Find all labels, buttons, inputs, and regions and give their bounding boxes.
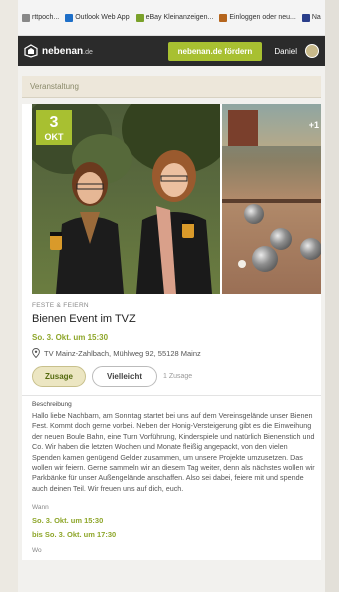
event-category: FESTE & FEIERN	[32, 302, 89, 309]
site-header: nebenan.de nebenan.de fördern Daniel	[18, 36, 325, 66]
bookmark-item[interactable]: rttpoch...	[22, 13, 60, 22]
site-logo[interactable]: nebenan.de	[42, 46, 93, 57]
outlook-icon	[65, 13, 74, 22]
bookmark-label: Na	[311, 14, 321, 21]
when-label: Wann	[32, 504, 49, 512]
event-title: Bienen Event im TVZ	[32, 313, 136, 325]
avatar[interactable]	[305, 44, 319, 58]
divider	[22, 395, 321, 396]
bookmarks-bar: rttpoch... Outlook Web App eBay Kleinanz…	[18, 0, 325, 36]
attend-button[interactable]: Zusage	[32, 366, 87, 387]
gift-icon	[219, 13, 228, 22]
date-badge: 3 OKT	[36, 110, 72, 145]
bookmark-label: rttpoch...	[32, 14, 60, 21]
location-text: TV Mainz-Zahlbach, Mühlweg 92, 55128 Mai…	[44, 348, 201, 358]
more-photos-count[interactable]: +1	[309, 120, 319, 130]
event-card: 3 OKT +1 FESTE & FEIERN Bienen Event im …	[22, 104, 321, 561]
browser-screen: rttpoch... Outlook Web App eBay Kleinanz…	[18, 0, 325, 592]
date-month: OKT	[44, 132, 64, 142]
bookmark-label: Outlook Web App	[75, 14, 130, 21]
nebenan-logo-icon[interactable]	[24, 44, 38, 58]
bookmark-item[interactable]: Outlook Web App	[65, 13, 130, 22]
event-location[interactable]: TV Mainz-Zahlbach, Mühlweg 92, 55128 Mai…	[32, 348, 321, 358]
where-label: Wo	[32, 547, 42, 555]
description-label: Beschreibung	[32, 401, 72, 408]
event-photo-side[interactable]	[222, 104, 321, 294]
bookmark-label: eBay Kleinanzeigen...	[145, 14, 214, 21]
date-day: 3	[49, 114, 59, 131]
location-pin-icon	[32, 348, 40, 358]
bookmark-item[interactable]: Einloggen oder neu...	[219, 13, 296, 22]
user-name[interactable]: Daniel	[274, 47, 297, 56]
event-datetime: So. 3. Okt. um 15:30	[32, 333, 109, 342]
when-end: bis So. 3. Okt. um 17:30	[32, 530, 117, 540]
bookmark-label: Einloggen oder neu...	[229, 14, 296, 21]
bookmark-icon	[22, 13, 30, 22]
ebay-icon	[135, 13, 144, 22]
monitor-bezel-right	[325, 0, 339, 592]
gmail-icon	[301, 13, 310, 22]
monitor-bezel-left	[0, 0, 18, 592]
bookmark-item[interactable]: Na	[301, 13, 321, 22]
event-media: 3 OKT +1	[32, 104, 321, 294]
promote-button[interactable]: nebenan.de fördern	[167, 41, 263, 61]
rsvp-actions: Zusage Vielleicht 1 Zusage	[32, 366, 321, 387]
section-header: Veranstaltung	[22, 76, 321, 98]
attend-count[interactable]: 1 Zusage	[163, 373, 192, 380]
maybe-button[interactable]: Vielleicht	[92, 366, 157, 387]
when-start: So. 3. Okt. um 15:30	[32, 516, 104, 526]
bookmark-item[interactable]: eBay Kleinanzeigen...	[135, 13, 214, 22]
event-description: Hallo liebe Nachbarn, am Sonntag startet…	[32, 411, 315, 493]
